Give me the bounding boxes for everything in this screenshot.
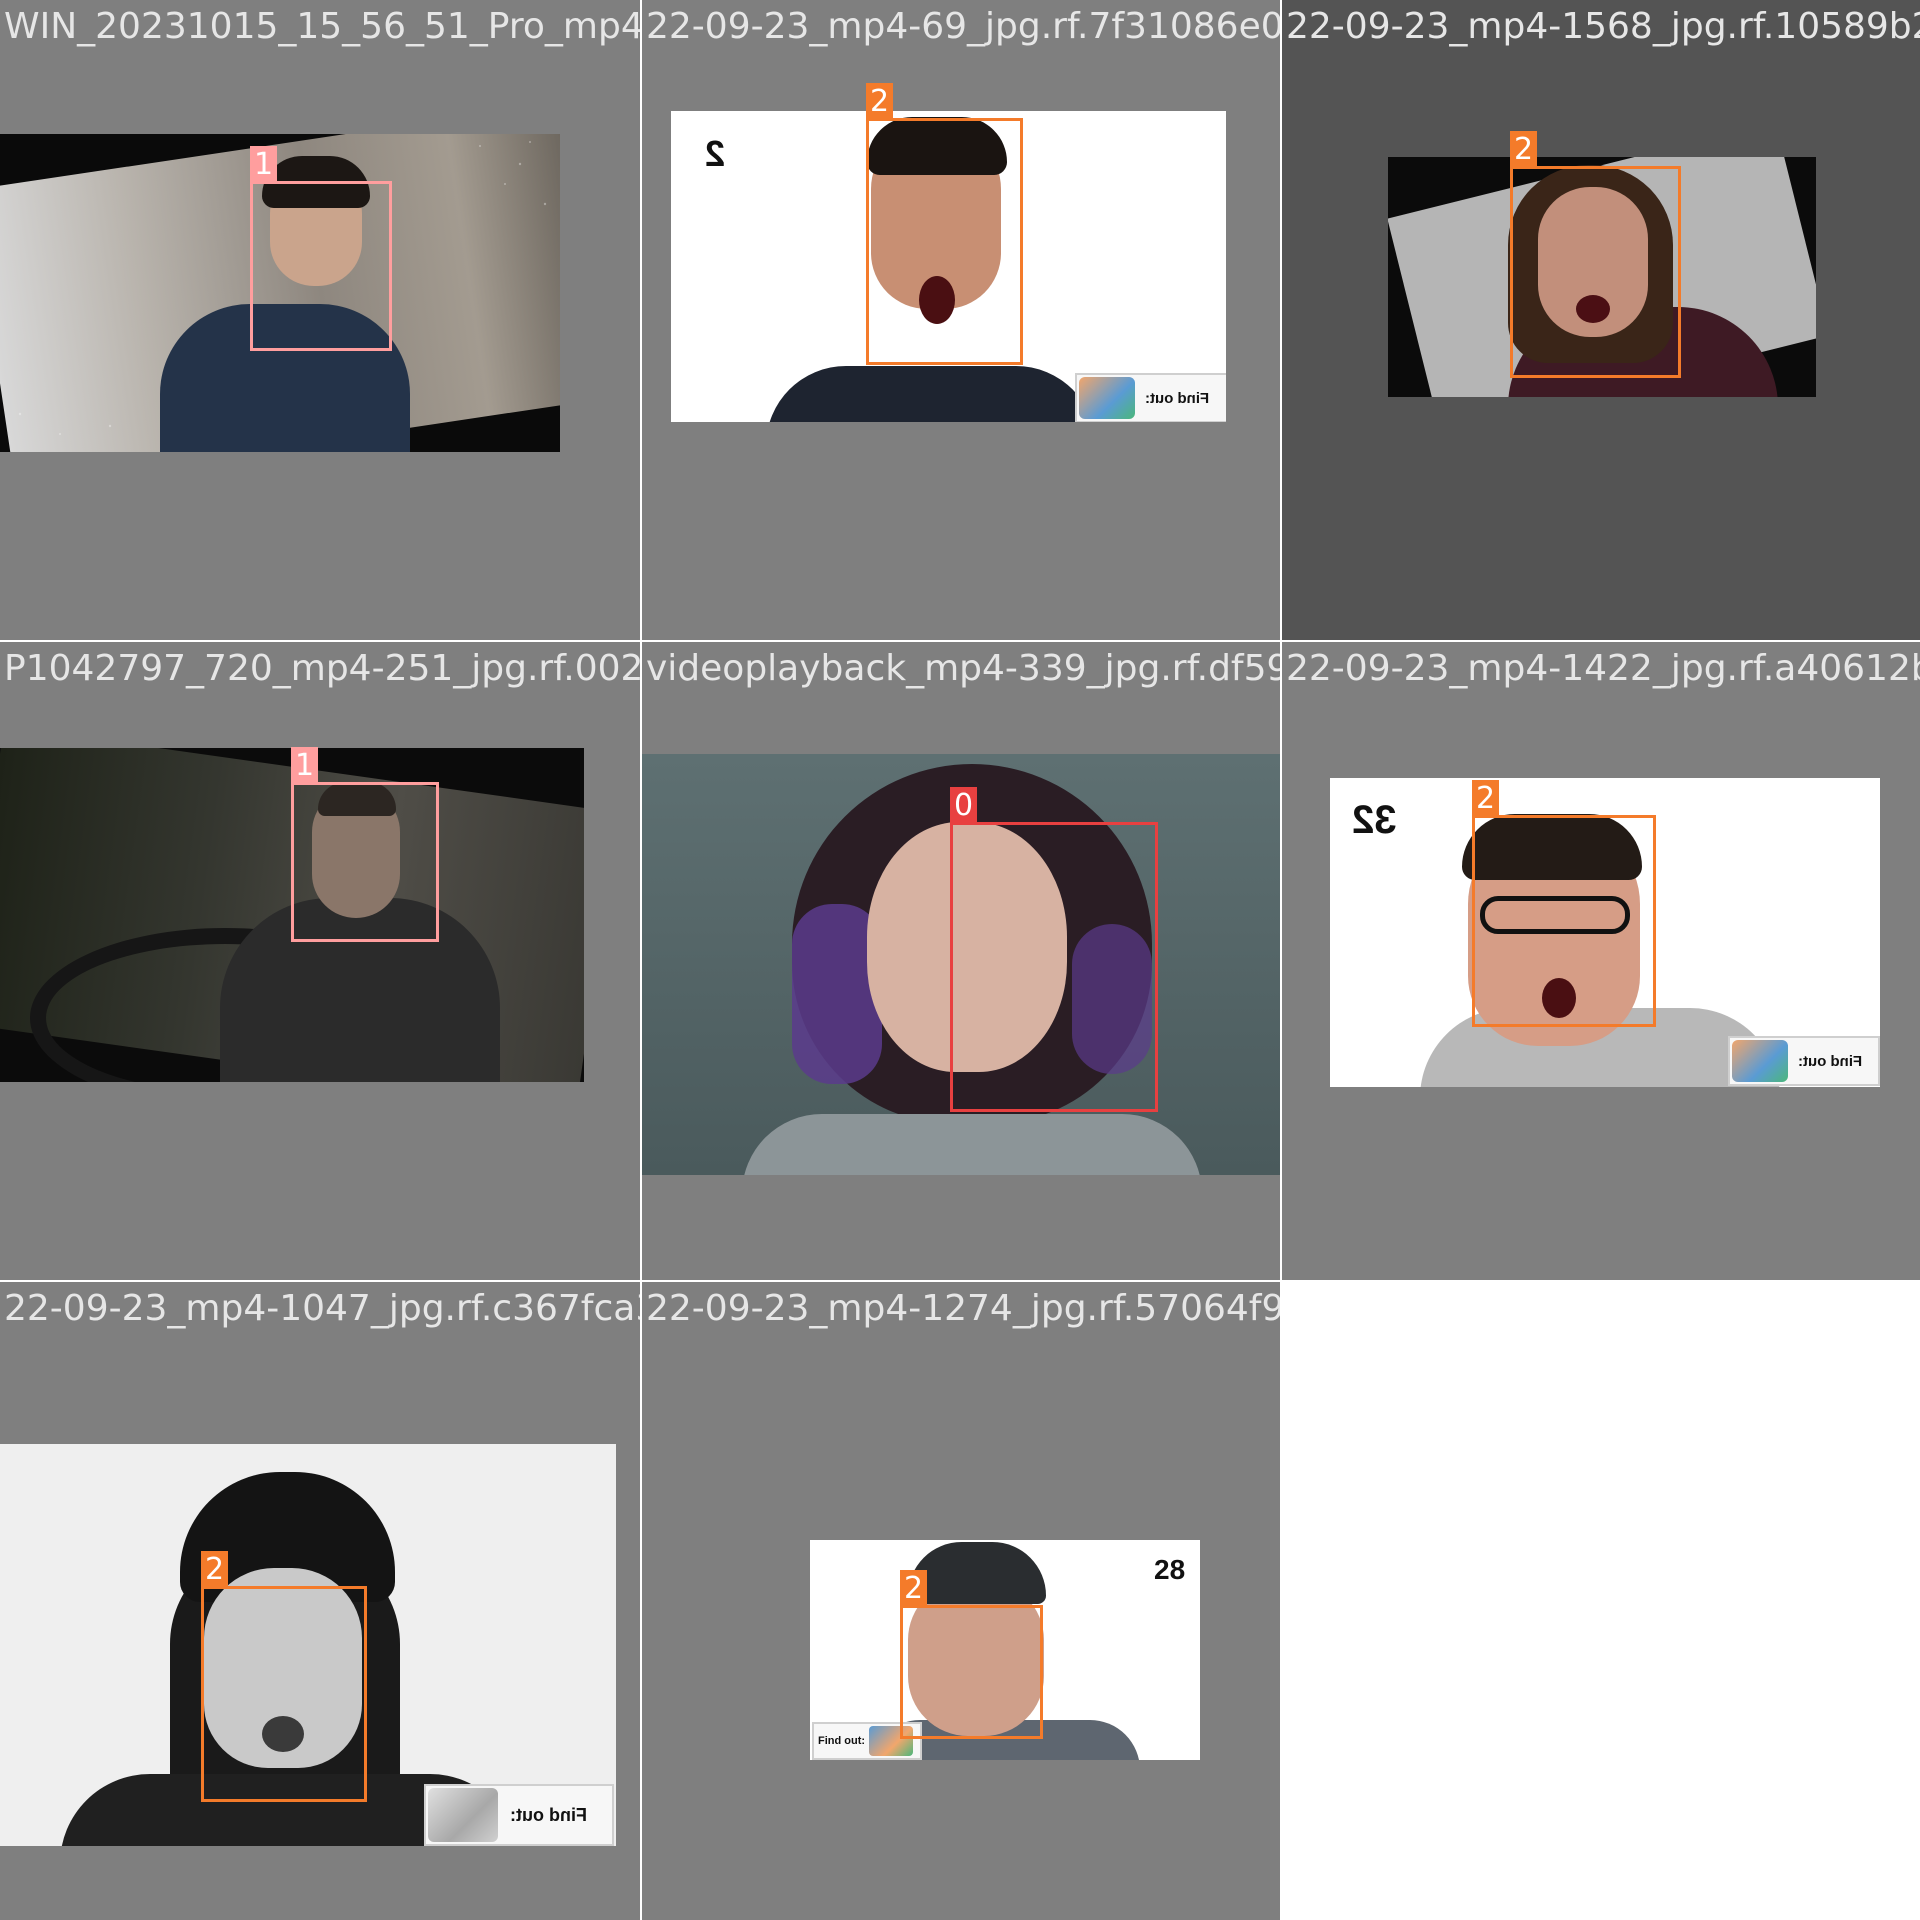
tile-7-logo-text: Find out: xyxy=(510,1804,587,1825)
tile-3-class-label: 2 xyxy=(1510,131,1537,169)
tile-5-shoulders xyxy=(742,1114,1202,1175)
tile-6-title: 22-09-23_mp4-1422_jpg.rf.a40612bac xyxy=(1286,648,1920,689)
mosaic-tile-6: 32 Find out: 2 22-09-23_mp4-1422_jpg.rf.… xyxy=(1280,640,1920,1280)
tile-8-bounding-box: 2 xyxy=(900,1570,1043,1739)
tile-6-bounding-box: 2 xyxy=(1472,780,1656,1027)
tile-1-class-label: 1 xyxy=(250,146,277,184)
tile-2-person xyxy=(766,366,1096,422)
tile-2-class-label: 2 xyxy=(866,83,893,121)
tile-7-title: 22-09-23_mp4-1047_jpg.rf.c367fca3502a79e… xyxy=(4,1288,640,1329)
tile-4-title: P1042797_720_mp4-251_jpg.rf.00213d576e17… xyxy=(4,648,640,689)
tile-2-title: 22-09-23_mp4-69_jpg.rf.7f31086e09f07c3b4… xyxy=(646,6,1280,47)
tile-6-frame-number: 32 xyxy=(1352,798,1397,842)
tile-5-class-label: 0 xyxy=(950,787,977,825)
mosaic-tile-8: 28 Find out: 2 22-09-23_mp4-1274_jpg.rf.… xyxy=(640,1280,1280,1920)
tile-7-logo-badge: Find out: xyxy=(424,1784,614,1846)
mosaic-tile-3: 2 22-09-23_mp4-1568_jpg.rf.10589b2e xyxy=(1280,0,1920,640)
tile-7-logo-icon xyxy=(428,1788,498,1842)
tile-8-title: 22-09-23_mp4-1274_jpg.rf.57064f9ee94f5f0 xyxy=(646,1288,1280,1329)
tile-5-bounding-box: 0 xyxy=(950,787,1158,1112)
tile-7-class-label: 2 xyxy=(201,1551,228,1589)
mosaic-tile-5: 0 videoplayback_mp4-339_jpg.rf.df5995f22… xyxy=(640,640,1280,1280)
tile-7-bounding-box: 2 xyxy=(201,1551,367,1802)
mosaic-tile-2: 2 Find out: 2 22-09-23_mp4-69_jpg.rf.7f3… xyxy=(640,0,1280,640)
tile-2-logo-badge: Find out: xyxy=(1075,373,1226,422)
tile-6-logo-icon xyxy=(1732,1040,1788,1082)
tile-8-class-label: 2 xyxy=(900,1570,927,1608)
tile-1-title: WIN_20231015_15_56_51_Pro_mp4-49_jpg.rf.… xyxy=(4,6,640,47)
tile-2-frame-number: 2 xyxy=(705,133,726,174)
tile-6-class-label: 2 xyxy=(1472,780,1499,818)
tile-4-bounding-box: 1 xyxy=(291,747,439,942)
tile-3-title: 22-09-23_mp4-1568_jpg.rf.10589b2e xyxy=(1286,6,1920,47)
tile-8-cap xyxy=(908,1542,1046,1604)
mosaic-tile-1: 1 WIN_20231015_15_56_51_Pro_mp4-49_jpg.r… xyxy=(0,0,640,640)
tile-2-logo-text: Find out: xyxy=(1145,389,1210,407)
mosaic-tile-4: 1 P1042797_720_mp4-251_jpg.rf.00213d576e… xyxy=(0,640,640,1280)
mosaic-tile-7: Find out: 2 22-09-23_mp4-1047_jpg.rf.c36… xyxy=(0,1280,640,1920)
tile-5-title: videoplayback_mp4-339_jpg.rf.df5995f22b8… xyxy=(646,648,1280,689)
tile-6-logo-badge: Find out: xyxy=(1728,1036,1880,1086)
mosaic-tile-empty xyxy=(1280,1280,1920,1920)
tile-3-bounding-box: 2 xyxy=(1510,131,1681,378)
tile-2-bounding-box: 2 xyxy=(866,83,1023,365)
tile-8-frame-number: 28 xyxy=(1154,1554,1186,1585)
tile-2-logo-icon xyxy=(1079,377,1135,419)
tile-6-logo-text: Find out: xyxy=(1798,1052,1863,1070)
tile-1-bounding-box: 1 xyxy=(250,146,392,351)
tile-4-class-label: 1 xyxy=(291,747,318,785)
tile-8-logo-text: Find out: xyxy=(818,1735,866,1747)
